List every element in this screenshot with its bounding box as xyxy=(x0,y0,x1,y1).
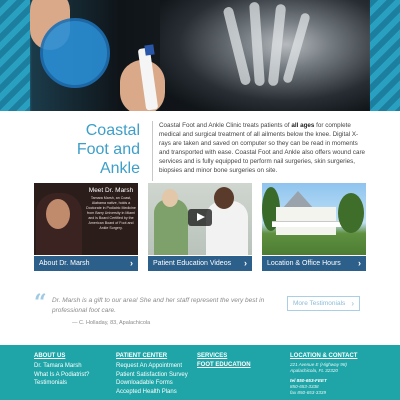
footer-link-request-appointment[interactable]: Request An Appointment xyxy=(116,362,188,371)
footer-services-column: SERVICES FOOT EDUCATION xyxy=(197,353,251,371)
footer-heading-services[interactable]: SERVICES xyxy=(197,353,251,359)
divider xyxy=(152,121,153,181)
doctor-head xyxy=(214,187,234,209)
footer-heading-foot-education[interactable]: FOOT EDUCATION xyxy=(197,362,251,368)
card-patient-education-videos[interactable]: Patient Education Videos › xyxy=(148,183,252,271)
quote-icon: “ xyxy=(34,290,47,316)
more-testimonials-button[interactable]: More Testimonials › xyxy=(287,296,360,311)
play-icon[interactable] xyxy=(188,209,212,226)
footer-link-testimonials[interactable]: Testimonials xyxy=(34,379,89,388)
house-porch xyxy=(272,221,342,227)
footer-about-column: ABOUT US Dr. Tamara Marsh What Is A Podi… xyxy=(34,353,89,388)
card-label: About Dr. Marsh xyxy=(39,260,90,267)
patient-education-video-thumbnail[interactable] xyxy=(148,183,252,255)
chevron-right-icon: › xyxy=(351,299,354,308)
intro-text-bold: all ages xyxy=(291,122,315,129)
card-about-dr-marsh[interactable]: Meet Dr. Marsh Tamara Marsh, an Coast, A… xyxy=(34,183,138,271)
doctor-figure xyxy=(206,201,248,255)
clinic-title: Coastal Foot and Ankle xyxy=(36,121,140,178)
chevron-right-icon: › xyxy=(130,258,133,268)
portrait-face xyxy=(46,199,70,229)
goniometer-image xyxy=(40,18,110,88)
hero-teal-pattern-left xyxy=(0,0,30,111)
footer-heading-patient-center[interactable]: PATIENT CENTER xyxy=(116,353,188,359)
clinic-title-line2: Foot and Ankle xyxy=(76,141,140,177)
meet-dr-marsh-title: Meet Dr. Marsh xyxy=(88,187,134,194)
dr-marsh-bio: Tamara Marsh, an Coast, Alabama native, … xyxy=(86,196,136,230)
hero-banner xyxy=(0,0,400,111)
office-building-photo xyxy=(262,183,366,255)
card-location-office-hours[interactable]: Location & Office Hours › xyxy=(262,183,366,271)
pen-cap xyxy=(144,44,155,56)
patient-head xyxy=(162,189,178,207)
chevron-right-icon: › xyxy=(244,258,247,268)
footer-fax: fax 850-653-3339 xyxy=(290,390,327,395)
tree xyxy=(338,193,364,233)
footer-link-satisfaction-survey[interactable]: Patient Satisfaction Survey xyxy=(116,371,188,380)
footer-link-downloadable-forms[interactable]: Downloadable Forms xyxy=(116,379,188,388)
testimonial-author: — C. Holladay, 83, Apalachicola xyxy=(72,320,151,326)
testimonial-section: “ Dr. Marsh is a gift to our area! She a… xyxy=(34,288,366,338)
intro-paragraph: Coastal Foot and Ankle Clinic treats pat… xyxy=(159,121,366,175)
card-label: Patient Education Videos xyxy=(153,260,232,267)
xray-hand-image xyxy=(160,0,370,111)
footer-link-what-is-podiatrist[interactable]: What Is A Podiatrist? xyxy=(34,371,89,380)
clinic-title-line1: Coastal xyxy=(85,122,140,139)
intro-text-rest: for complete medical and surgical treatm… xyxy=(159,122,366,174)
footer-link-dr-marsh[interactable]: Dr. Tamara Marsh xyxy=(34,362,89,371)
card-link-bar[interactable]: About Dr. Marsh › xyxy=(34,256,138,271)
footer-contact-column: LOCATION & CONTACT 221 Avenue E (Highway… xyxy=(290,353,357,396)
footer-heading-about-us[interactable]: ABOUT US xyxy=(34,353,89,359)
more-testimonials-label: More Testimonials xyxy=(293,300,346,307)
card-link-bar[interactable]: Patient Education Videos › xyxy=(148,256,252,271)
footer-link-accepted-health-plans[interactable]: Accepted Health Plans xyxy=(116,388,188,397)
patient-figure xyxy=(154,199,188,255)
card-label: Location & Office Hours xyxy=(267,260,341,267)
chevron-right-icon: › xyxy=(358,258,361,268)
footer: ABOUT US Dr. Tamara Marsh What Is A Podi… xyxy=(0,345,400,400)
hero-teal-pattern-right xyxy=(370,0,400,111)
footer-address-line2: Apalachicola, FL 32320 xyxy=(290,368,338,373)
card-link-bar[interactable]: Location & Office Hours › xyxy=(262,256,366,271)
intro-text-start: Coastal Foot and Ankle Clinic treats pat… xyxy=(159,122,292,129)
dr-marsh-photo: Meet Dr. Marsh Tamara Marsh, an Coast, A… xyxy=(34,183,138,255)
footer-heading-location-contact[interactable]: LOCATION & CONTACT xyxy=(290,353,357,359)
testimonial-quote: Dr. Marsh is a gift to our area! She and… xyxy=(52,297,265,314)
footer-patient-center-column: PATIENT CENTER Request An Appointment Pa… xyxy=(116,353,188,396)
footer-phones: tel 850-653-FEET 850-653-3338 fax 850-65… xyxy=(290,378,357,396)
intro-section: Coastal Foot and Ankle Coastal Foot and … xyxy=(0,111,400,181)
